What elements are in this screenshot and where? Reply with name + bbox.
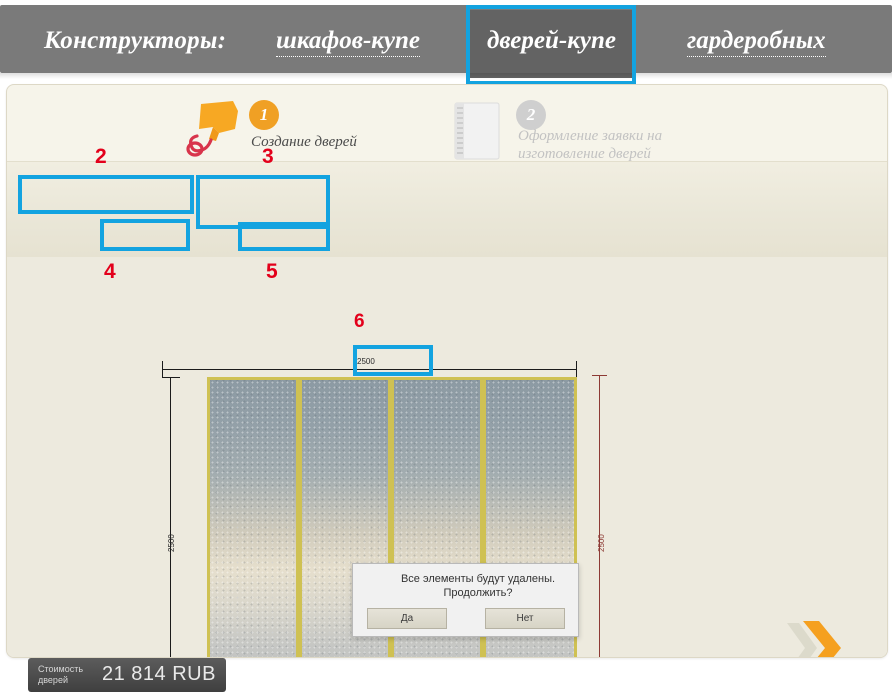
price-bar: Стоимость дверей 21 814 RUB bbox=[28, 658, 226, 692]
step-2-badge: 2 bbox=[516, 100, 546, 130]
top-dim-tick-right bbox=[576, 361, 577, 377]
left-dim-line bbox=[170, 377, 171, 657]
highlight-box-doors-count bbox=[18, 175, 194, 214]
price-value: 21 814 RUB bbox=[102, 663, 216, 685]
left-dimension-label: 2500 bbox=[167, 534, 176, 552]
double-chevron-right-icon[interactable] bbox=[777, 615, 847, 657]
door-panel-1[interactable] bbox=[207, 377, 299, 657]
top-dim-tick-left bbox=[162, 361, 163, 377]
nav-link-wardrobes[interactable]: шкафов-купе bbox=[276, 27, 421, 57]
main-panel: 1 2 Создание дверей Оформление заявки на… bbox=[6, 84, 888, 658]
step-1-label: Создание дверей bbox=[251, 134, 357, 150]
price-label-line1: Стоимость bbox=[38, 664, 84, 674]
highlight-box-nav bbox=[466, 5, 636, 85]
top-navigation-bar: Конструкторы: шкафов-купе дверей-купе га… bbox=[0, 5, 892, 79]
left-dim-tick-top bbox=[162, 377, 180, 378]
dialog-yes-button[interactable]: Да bbox=[367, 608, 447, 629]
design-canvas[interactable]: 2500 2500 2500 617 617 617 650 bbox=[7, 257, 887, 657]
step-1-badge: 1 bbox=[249, 100, 279, 130]
annotation-6: 6 bbox=[354, 311, 365, 332]
annotation-5: 5 bbox=[266, 260, 278, 283]
nav-title: Конструкторы: bbox=[44, 27, 227, 54]
dialog-message-line2: Продолжить? bbox=[443, 587, 513, 599]
price-label: Стоимость дверей bbox=[38, 664, 98, 686]
notebook-icon bbox=[454, 102, 500, 160]
step-2-label: Оформление заявки на изготовление дверей bbox=[518, 128, 663, 162]
right-dimension-label: 2500 bbox=[597, 534, 606, 552]
price-label-line2: дверей bbox=[38, 675, 68, 685]
right-dim-tick-top bbox=[592, 375, 607, 376]
highlight-box-dimensions bbox=[196, 175, 330, 229]
annotation-3: 3 bbox=[262, 145, 274, 168]
nav-link-dressing-rooms[interactable]: гардеробных bbox=[687, 27, 826, 57]
highlight-box-create bbox=[238, 222, 330, 251]
dialog-message: Все элементы будут удалены. Продолжить? bbox=[383, 572, 573, 600]
annotation-4: 4 bbox=[104, 260, 116, 283]
dialog-message-line1: Все элементы будут удалены. bbox=[400, 573, 556, 585]
highlight-box-dialog-yes bbox=[353, 345, 433, 376]
confirm-dialog: Все элементы будут удалены. Продолжить? … bbox=[352, 563, 579, 637]
highlight-box-color bbox=[100, 219, 190, 251]
dialog-no-button[interactable]: Нет bbox=[485, 608, 565, 629]
paint-roller-icon bbox=[186, 101, 238, 157]
right-dim-line bbox=[599, 375, 600, 657]
annotation-2: 2 bbox=[95, 145, 107, 168]
steps-header: 1 2 Создание дверей Оформление заявки на… bbox=[7, 85, 887, 162]
